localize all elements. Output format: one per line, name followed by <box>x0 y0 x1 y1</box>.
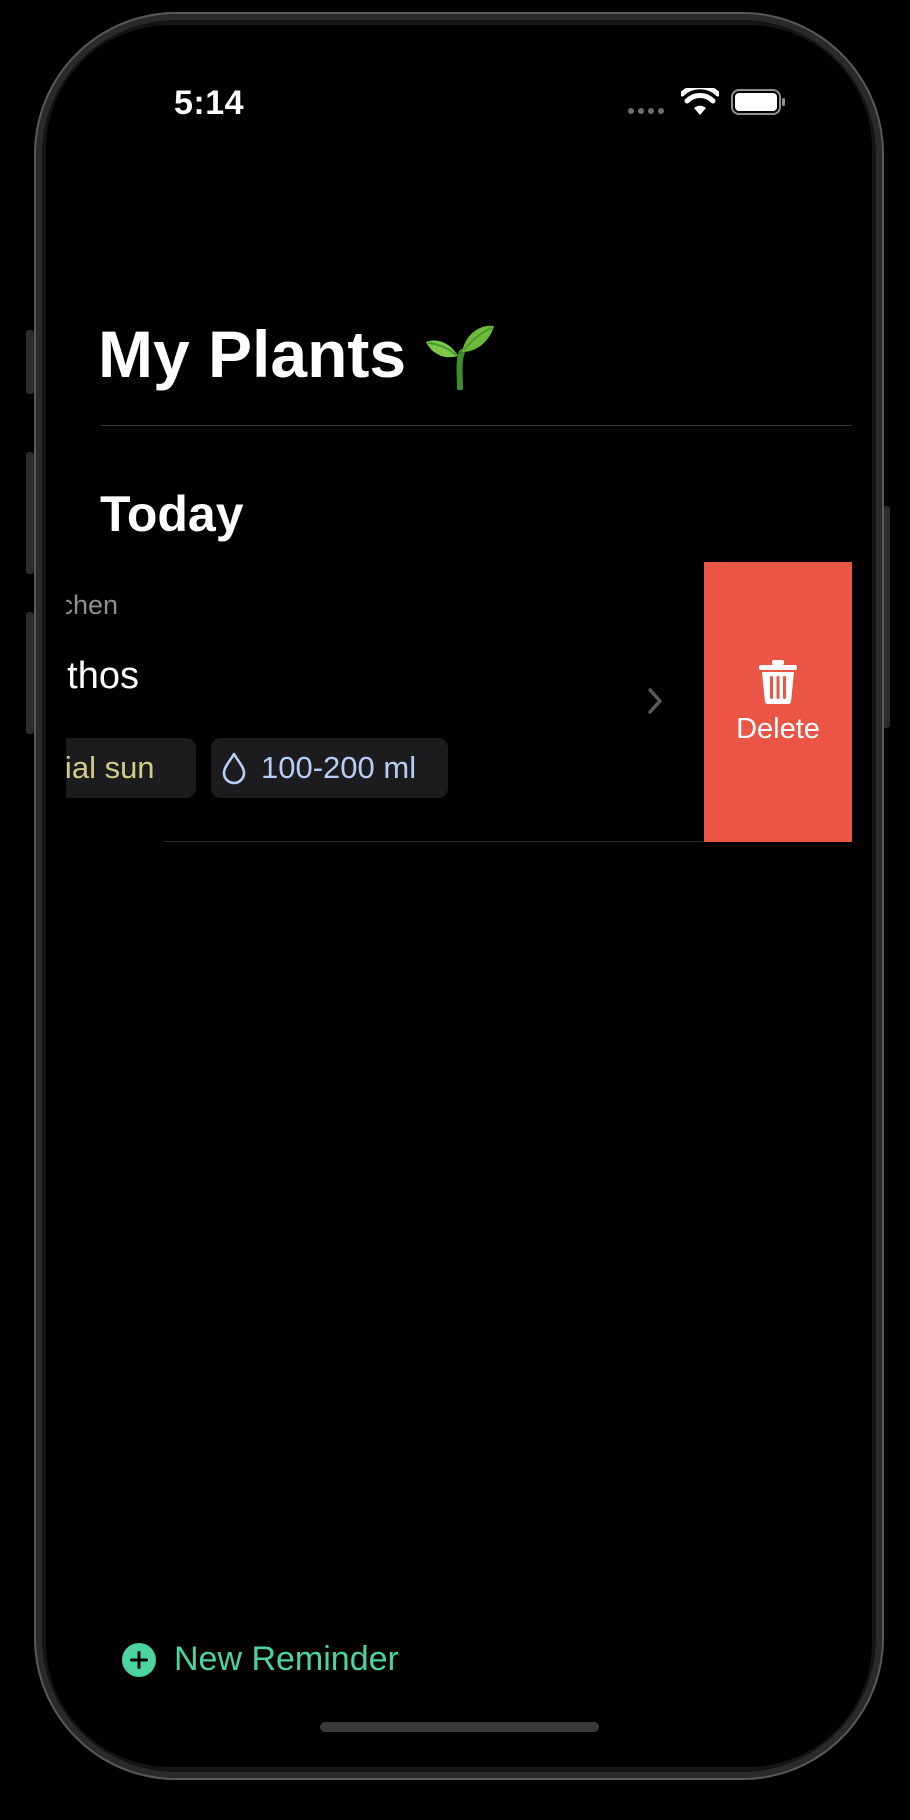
delete-button[interactable]: Delete <box>704 562 852 842</box>
chevron-right-icon <box>648 688 662 714</box>
row-divider <box>164 841 704 842</box>
plus-circle-icon <box>122 1642 156 1677</box>
trash-icon <box>759 659 797 704</box>
water-chip: 100-200 ml <box>211 738 448 798</box>
sunlight-chip: rtial sun <box>66 738 196 798</box>
wifi-icon <box>681 88 719 115</box>
sprout-icon <box>426 325 494 390</box>
title-divider <box>101 425 852 426</box>
plant-name: othos <box>66 655 139 697</box>
volume-up-button <box>26 452 34 574</box>
plant-location: itchen <box>66 590 119 620</box>
status-time: 5:14 <box>174 84 245 122</box>
battery-icon <box>731 89 785 115</box>
screen <box>46 25 872 1767</box>
new-reminder-button[interactable]: New Reminder <box>122 1640 399 1679</box>
device-page: 5:14 My Plants Today itchen othos rtial … <box>0 0 910 1820</box>
plant-row-content[interactable]: itchen othos rtial sun 100-200 ml <box>66 562 694 842</box>
water-drop-icon <box>221 751 247 785</box>
page-title: My Plants <box>98 317 407 391</box>
new-reminder-label: New Reminder <box>174 1640 399 1678</box>
cellular-signal-icon <box>628 108 664 114</box>
action-button <box>26 330 34 394</box>
water-chip-label: 100-200 ml <box>261 750 417 785</box>
delete-label: Delete <box>736 712 820 745</box>
home-indicator[interactable] <box>320 1722 599 1732</box>
volume-down-button <box>26 612 34 734</box>
sunlight-chip-label: rtial sun <box>66 750 155 785</box>
section-header-today: Today <box>100 486 244 542</box>
